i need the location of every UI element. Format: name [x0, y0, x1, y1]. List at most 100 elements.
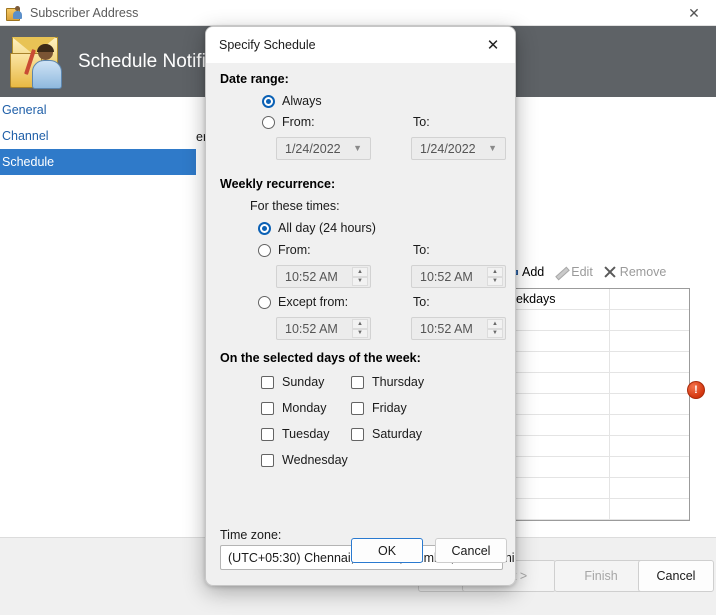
- date-to-combobox[interactable]: 1/24/2022 ▼: [411, 137, 506, 160]
- spinner-down-icon[interactable]: ▼: [487, 328, 503, 338]
- table-cell-value: [610, 415, 689, 435]
- table-cell-name: [506, 310, 610, 330]
- checkbox-wednesday[interactable]: [261, 453, 274, 467]
- table-cell-value: [610, 310, 689, 330]
- table-row[interactable]: [506, 352, 689, 373]
- except-to-spinner[interactable]: 10:52 AM ▲ ▼: [411, 317, 506, 340]
- for-these-times-label: For these times:: [250, 199, 340, 213]
- checkbox-label-friday: Friday: [372, 401, 407, 415]
- time-from-radio-row[interactable]: From:: [258, 243, 311, 257]
- table-cell-name: [506, 331, 610, 351]
- remove-button[interactable]: Remove: [603, 265, 667, 279]
- dialog-title: Specify Schedule: [219, 38, 316, 52]
- table-row[interactable]: [506, 478, 689, 499]
- except-to-value: 10:52 AM: [420, 321, 473, 336]
- spinner-down-icon[interactable]: ▼: [352, 276, 368, 286]
- except-from-spinner[interactable]: 10:52 AM ▲ ▼: [276, 317, 371, 340]
- always-label: Always: [282, 94, 322, 108]
- checkbox-row-friday[interactable]: Friday: [351, 401, 407, 415]
- checkbox-monday[interactable]: [261, 401, 274, 415]
- schedule-grid[interactable]: eekdays: [505, 288, 690, 521]
- checkbox-saturday[interactable]: [351, 427, 364, 441]
- date-range-heading: Date range:: [220, 72, 289, 86]
- time-from-spinner[interactable]: 10:52 AM ▲ ▼: [276, 265, 371, 288]
- table-cell-name: [506, 478, 610, 498]
- all-day-label: All day (24 hours): [278, 221, 376, 235]
- sidebar-item-general[interactable]: General: [0, 97, 196, 123]
- date-from-radio-row[interactable]: From:: [262, 115, 315, 129]
- except-from-radio[interactable]: [258, 295, 271, 309]
- dialog-close-icon[interactable]: ✕: [471, 27, 515, 63]
- date-to-label: To:: [413, 115, 430, 129]
- except-from-label: Except from:: [278, 295, 349, 309]
- checkbox-label-sunday: Sunday: [282, 375, 325, 389]
- checkbox-thursday[interactable]: [351, 375, 364, 389]
- table-row[interactable]: [506, 310, 689, 331]
- checkbox-row-tuesday[interactable]: Tuesday: [261, 427, 329, 441]
- table-row[interactable]: [506, 436, 689, 457]
- always-radio[interactable]: [262, 94, 275, 108]
- checkbox-row-sunday[interactable]: Sunday: [261, 375, 324, 389]
- wizard-cancel-button[interactable]: Cancel: [638, 560, 714, 592]
- x-icon: [603, 266, 616, 279]
- checkbox-label-thursday: Thursday: [372, 375, 425, 389]
- checkbox-row-wednesday[interactable]: Wednesday: [261, 453, 348, 467]
- edit-button-label: Edit: [571, 265, 593, 279]
- window-titlebar: Subscriber Address ✕: [0, 0, 716, 26]
- all-day-radio-row[interactable]: All day (24 hours): [258, 221, 376, 235]
- date-from-combobox[interactable]: 1/24/2022 ▼: [276, 137, 371, 160]
- spinner-down-icon[interactable]: ▼: [487, 276, 503, 286]
- table-row[interactable]: [506, 394, 689, 415]
- spinner-down-icon[interactable]: ▼: [352, 328, 368, 338]
- table-cell-value: [610, 394, 689, 414]
- dialog-body: Date range: Always From: To: 1/24/2022 ▼…: [206, 63, 515, 570]
- finish-button[interactable]: Finish: [554, 560, 648, 592]
- spinner-arrows[interactable]: ▲ ▼: [352, 319, 368, 338]
- table-cell-name: [506, 457, 610, 477]
- time-from-radio[interactable]: [258, 243, 271, 257]
- spinner-arrows[interactable]: ▲ ▼: [352, 267, 368, 286]
- spinner-arrows[interactable]: ▲ ▼: [487, 267, 503, 286]
- time-to-spinner[interactable]: 10:52 AM ▲ ▼: [411, 265, 506, 288]
- all-day-radio[interactable]: [258, 221, 271, 235]
- date-from-label: From:: [282, 115, 315, 129]
- spinner-up-icon[interactable]: ▲: [487, 319, 503, 329]
- spinner-arrows[interactable]: ▲ ▼: [487, 319, 503, 338]
- spinner-up-icon[interactable]: ▲: [352, 319, 368, 329]
- table-cell-value: [610, 289, 689, 309]
- dialog-footer: OK Cancel: [206, 527, 515, 585]
- checkbox-tuesday[interactable]: [261, 427, 274, 441]
- table-row[interactable]: [506, 415, 689, 436]
- spinner-up-icon[interactable]: ▲: [352, 267, 368, 277]
- dialog-cancel-button[interactable]: Cancel: [435, 538, 507, 563]
- date-to-value: 1/24/2022: [420, 141, 476, 156]
- table-row[interactable]: [506, 457, 689, 478]
- table-row[interactable]: [506, 331, 689, 352]
- spinner-up-icon[interactable]: ▲: [487, 267, 503, 277]
- sidebar-item-channel[interactable]: Channel: [0, 123, 196, 149]
- edit-button[interactable]: Edit: [554, 265, 593, 279]
- ok-button[interactable]: OK: [351, 538, 423, 563]
- specify-schedule-dialog: Specify Schedule ✕ Date range: Always Fr…: [205, 26, 516, 586]
- table-cell-value: [610, 478, 689, 498]
- table-cell-value: [610, 457, 689, 477]
- chevron-down-icon: ▼: [353, 142, 362, 153]
- checkbox-sunday[interactable]: [261, 375, 274, 389]
- checkbox-friday[interactable]: [351, 401, 364, 415]
- table-row[interactable]: [506, 499, 689, 520]
- table-row[interactable]: [506, 373, 689, 394]
- table-row[interactable]: eekdays: [506, 289, 689, 310]
- sidebar-item-schedule[interactable]: Schedule: [0, 149, 196, 175]
- time-from-label: From:: [278, 243, 311, 257]
- always-radio-row[interactable]: Always: [262, 94, 322, 108]
- add-button-label: Add: [522, 265, 545, 279]
- window-title: Subscriber Address: [30, 6, 139, 20]
- error-icon[interactable]: !: [687, 381, 705, 399]
- checkbox-row-monday[interactable]: Monday: [261, 401, 326, 415]
- checkbox-row-saturday[interactable]: Saturday: [351, 427, 422, 441]
- dialog-titlebar: Specify Schedule ✕: [206, 27, 515, 63]
- date-from-radio[interactable]: [262, 115, 275, 129]
- window-close-icon[interactable]: ✕: [672, 0, 716, 26]
- checkbox-row-thursday[interactable]: Thursday: [351, 375, 424, 389]
- except-from-radio-row[interactable]: Except from:: [258, 295, 348, 309]
